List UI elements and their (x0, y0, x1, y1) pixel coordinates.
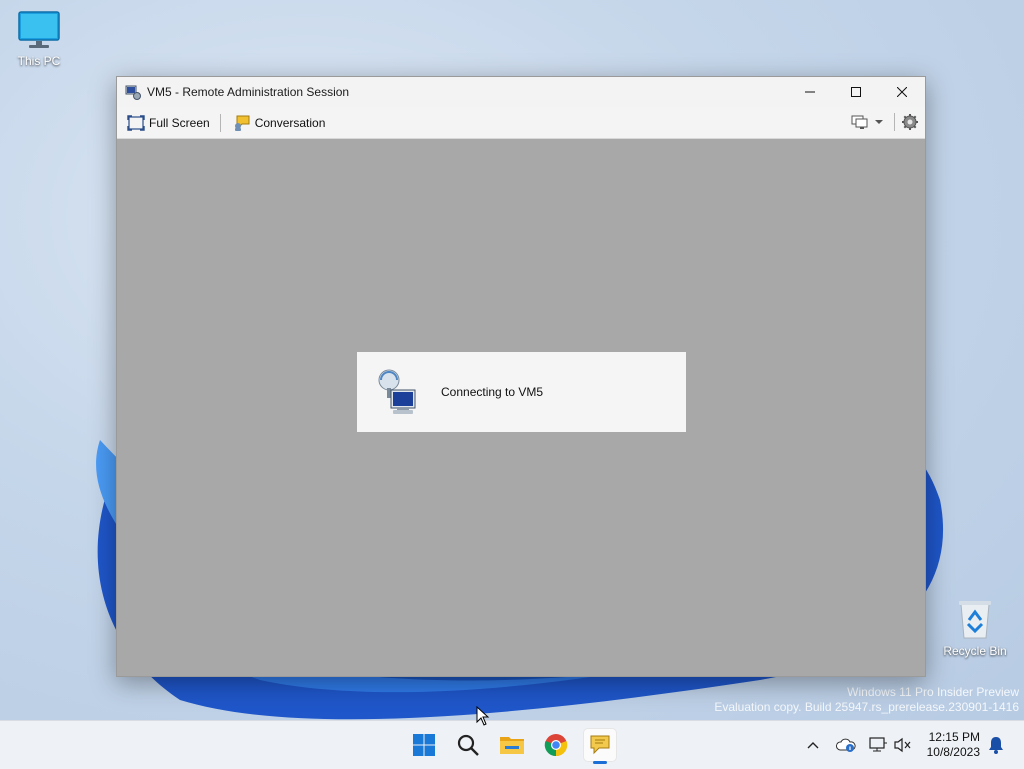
monitors-icon (851, 115, 868, 129)
taskbar: 12:15 PM 10/8/2023 (0, 720, 1024, 769)
remote-session-window: VM5 - Remote Administration Session Full… (116, 76, 926, 677)
file-explorer-button[interactable] (496, 729, 528, 761)
network-icon (869, 737, 887, 752)
watermark-line-1: Windows 11 Pro Insider Preview (847, 685, 1019, 699)
display-options-button[interactable] (851, 114, 884, 130)
show-hidden-icons-button[interactable] (804, 741, 822, 749)
volume-button[interactable] (894, 737, 912, 753)
gear-icon (902, 114, 918, 130)
conversation-label: Conversation (254, 115, 326, 130)
remote-admin-taskbar-button[interactable] (584, 729, 616, 764)
remote-display-area[interactable]: Connecting to VM5 (117, 139, 925, 676)
chrome-icon (544, 734, 568, 757)
onedrive-button[interactable] (836, 737, 856, 753)
chrome-button[interactable] (540, 729, 572, 761)
search-button[interactable] (452, 729, 484, 761)
file-explorer-icon (500, 737, 524, 754)
connecting-message: Connecting to VM5 (441, 385, 544, 399)
maximize-button[interactable] (833, 77, 879, 107)
bell-icon (989, 737, 1003, 754)
monitor-icon (18, 11, 60, 48)
clock-date: 10/8/2023 (926, 745, 980, 759)
remote-chat-icon (590, 735, 610, 755)
full-screen-button[interactable]: Full Screen (123, 111, 214, 135)
cloud-info-icon (836, 738, 856, 752)
remote-admin-app-icon (125, 85, 141, 100)
this-pc-shortcut[interactable]: This PC (4, 10, 74, 68)
active-app-indicator (593, 761, 607, 764)
recycle-bin-shortcut[interactable]: Recycle Bin (940, 598, 1010, 658)
recycle-bin-label: Recycle Bin (943, 644, 1007, 658)
conversation-button[interactable]: Conversation (229, 111, 330, 135)
recycle-bin-icon (959, 601, 991, 639)
window-title: VM5 - Remote Administration Session (147, 85, 350, 99)
evaluation-watermark: Windows 11 Pro Insider Preview Evaluatio… (714, 685, 1019, 715)
chevron-down-icon (875, 120, 883, 124)
search-icon (457, 734, 479, 756)
close-icon (897, 87, 907, 97)
full-screen-label: Full Screen (149, 115, 210, 130)
maximize-icon (851, 87, 861, 97)
session-toolbar: Full Screen Conversation (117, 107, 925, 139)
minimize-icon (805, 91, 815, 93)
system-tray (804, 721, 912, 769)
close-button[interactable] (879, 77, 925, 107)
connecting-computer-icon (378, 369, 416, 414)
toolbar-divider (219, 113, 221, 132)
this-pc-label: This PC (17, 54, 61, 68)
connecting-status-panel: Connecting to VM5 (357, 352, 686, 432)
mouse-cursor-icon (476, 706, 490, 726)
full-screen-icon (127, 114, 145, 131)
start-icon (413, 734, 435, 756)
volume-muted-icon (894, 737, 911, 753)
toolbar-divider-right (894, 113, 895, 131)
notifications-button[interactable] (988, 736, 1004, 754)
start-button[interactable] (408, 729, 440, 761)
clock-time: 12:15 PM (928, 730, 980, 744)
window-titlebar[interactable]: VM5 - Remote Administration Session (117, 77, 925, 107)
settings-button[interactable] (901, 113, 919, 131)
watermark-line-2: Evaluation copy. Build 25947.rs_prerelea… (714, 700, 1019, 714)
minimize-button[interactable] (787, 77, 833, 107)
clock[interactable]: 12:15 PM 10/8/2023 (927, 730, 980, 760)
network-button[interactable] (868, 737, 888, 753)
chevron-up-icon (807, 742, 819, 749)
conversation-icon (234, 115, 250, 131)
